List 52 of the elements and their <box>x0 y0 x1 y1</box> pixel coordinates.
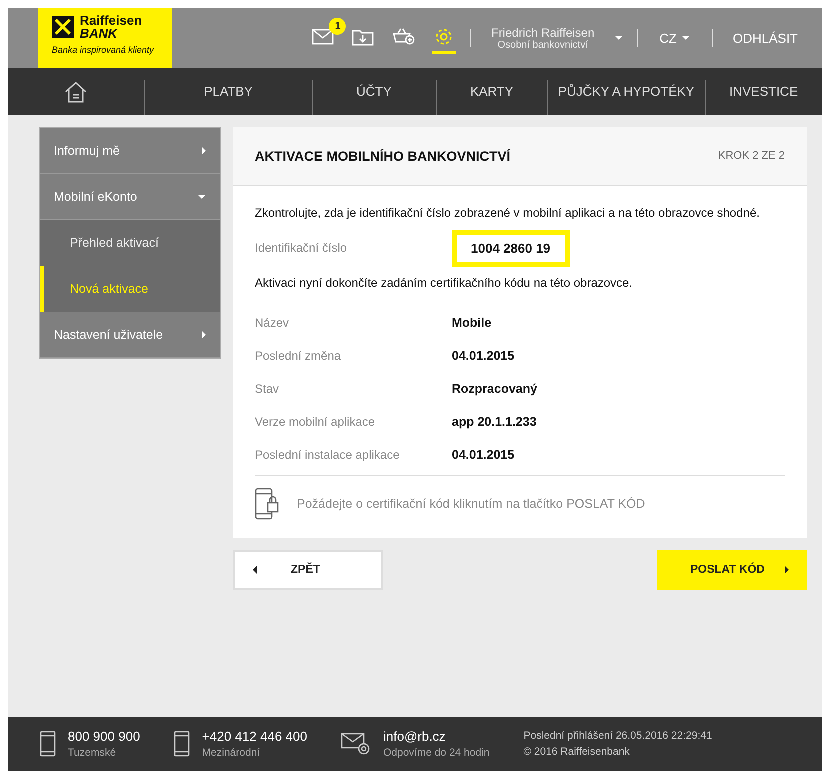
chevron-right-icon <box>202 146 206 154</box>
contact-value: 800 900 900 <box>68 729 140 744</box>
field-label: Identifikační číslo <box>255 241 348 255</box>
field-label: Poslední změna <box>255 348 342 362</box>
back-button[interactable]: ZPĚT <box>233 550 383 590</box>
logo-name: Raiffeisen <box>80 14 142 27</box>
phone-lock-icon <box>255 488 281 520</box>
user-role: Osobní bankovnictví <box>498 40 588 50</box>
sidebar-item[interactable]: Nastavení uživatele <box>40 312 220 358</box>
field-label: Název <box>255 316 290 330</box>
card-title: AKTIVACE MOBILNÍHO BANKOVNICTVÍ <box>255 148 510 164</box>
download-folder-icon <box>352 28 374 46</box>
settings-icon <box>434 26 454 46</box>
field-value: Rozpracovaný <box>452 382 538 396</box>
field-label: Stav <box>255 382 280 396</box>
field-value: 04.01.2015 <box>452 348 515 362</box>
field-value: 04.01.2015 <box>452 448 515 462</box>
phone-icon <box>40 731 56 757</box>
field-value: app 20.1.1.233 <box>452 414 537 428</box>
contact-value: +420 412 446 400 <box>202 729 308 744</box>
sidebar-subitem[interactable]: Přehled aktivací <box>40 220 220 266</box>
identification-number: 1004 2860 19 <box>452 230 570 266</box>
hint-text: Požádejte o certifikační kód kliknutím na tlačítko POSLAT KÓD <box>297 497 646 511</box>
sidebar-item[interactable]: Mobilní eKonto <box>40 174 220 220</box>
contact-note: Odpovíme do 24 hodin <box>383 747 490 759</box>
basket-icon <box>392 28 416 46</box>
instruction-text: Aktivaci nyní dokončíte zadáním certifikačního kódu na této obrazovce. <box>255 276 634 290</box>
step-indicator: KROK 2 ZE 2 <box>718 150 785 162</box>
intro-text: Zkontrolujte, zda je identifikační číslo zobrazené v mobilní aplikaci a na této obrazovce shodné. <box>255 206 761 220</box>
field-label: Poslední instalace aplikace <box>255 448 401 462</box>
user-name: Friedrich Raiffeisen <box>491 26 595 40</box>
copyright-text: © 2016 Raiffeisenbank <box>524 746 631 758</box>
caret-down-icon <box>198 194 206 198</box>
caret-down-icon[interactable] <box>614 36 623 40</box>
home-icon[interactable] <box>64 80 88 102</box>
send-code-button[interactable]: POSLAT KÓD <box>657 550 807 590</box>
last-login-text: Poslední přihlášení 26.05.2016 22:29:41 <box>524 730 712 742</box>
field-label: Verze mobilní aplikace <box>255 414 376 428</box>
sidebar-item[interactable]: Informuj mě <box>40 128 220 174</box>
notification-badge: 1 <box>329 18 346 35</box>
chevron-right-icon <box>202 330 206 338</box>
logo-subtitle: BANK <box>80 27 119 40</box>
envelope-icon <box>341 733 372 755</box>
contact-value[interactable]: info@rb.cz <box>383 729 490 744</box>
contact-note: Tuzemské <box>68 747 118 759</box>
contact-note: Mezinárodní <box>202 747 262 759</box>
sidebar-subitem[interactable]: Nová aktivace <box>40 266 220 312</box>
bank-logo[interactable]: Raiffeisen BANK Banka inspirovaná klienty <box>38 8 172 68</box>
field-value: Mobile <box>452 316 492 330</box>
phone-icon <box>174 731 190 757</box>
envelope-icon <box>312 28 334 44</box>
logo-tagline: Banka inspirovaná klienty <box>52 45 156 55</box>
